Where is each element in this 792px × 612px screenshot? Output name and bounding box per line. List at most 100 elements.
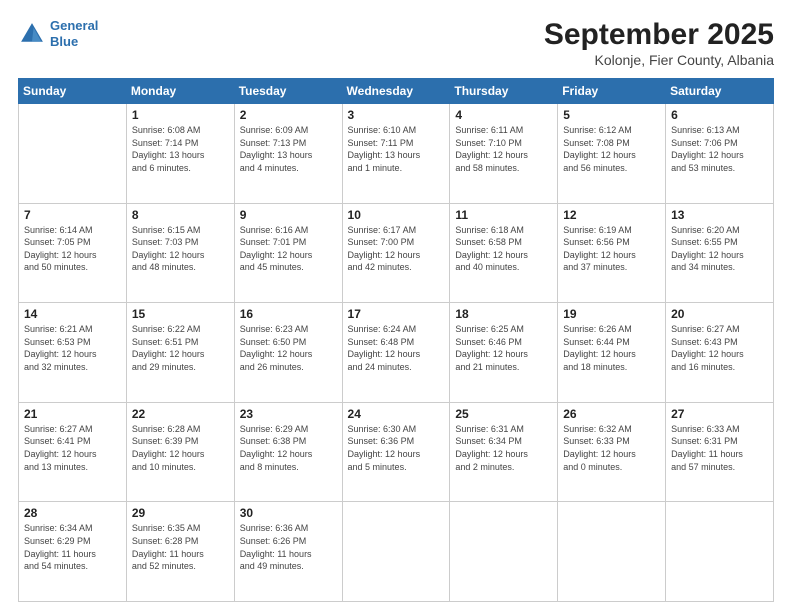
day-info: Sunrise: 6:33 AM Sunset: 6:31 PM Dayligh… (671, 423, 768, 473)
day-number: 12 (563, 208, 660, 222)
day-info: Sunrise: 6:11 AM Sunset: 7:10 PM Dayligh… (455, 124, 552, 174)
day-info: Sunrise: 6:14 AM Sunset: 7:05 PM Dayligh… (24, 224, 121, 274)
day-number: 3 (348, 108, 445, 122)
day-cell: 12 Sunrise: 6:19 AM Sunset: 6:56 PM Dayli… (558, 203, 666, 303)
header: General Blue September 2025 Kolonje, Fie… (18, 18, 774, 68)
day-cell (666, 502, 774, 602)
col-header-saturday: Saturday (666, 79, 774, 104)
day-cell: 6 Sunrise: 6:13 AM Sunset: 7:06 PM Daylig… (666, 104, 774, 204)
day-number: 14 (24, 307, 121, 321)
col-header-monday: Monday (126, 79, 234, 104)
day-cell: 20 Sunrise: 6:27 AM Sunset: 6:43 PM Dayli… (666, 303, 774, 403)
day-cell: 2 Sunrise: 6:09 AM Sunset: 7:13 PM Daylig… (234, 104, 342, 204)
day-info: Sunrise: 6:12 AM Sunset: 7:08 PM Dayligh… (563, 124, 660, 174)
calendar-subtitle: Kolonje, Fier County, Albania (544, 52, 774, 68)
logo-line2: Blue (50, 34, 98, 50)
col-header-friday: Friday (558, 79, 666, 104)
day-cell: 11 Sunrise: 6:18 AM Sunset: 6:58 PM Dayli… (450, 203, 558, 303)
day-number: 21 (24, 407, 121, 421)
day-info: Sunrise: 6:21 AM Sunset: 6:53 PM Dayligh… (24, 323, 121, 373)
day-cell: 15 Sunrise: 6:22 AM Sunset: 6:51 PM Dayli… (126, 303, 234, 403)
calendar-table: SundayMondayTuesdayWednesdayThursdayFrid… (18, 78, 774, 602)
day-number: 24 (348, 407, 445, 421)
day-cell: 21 Sunrise: 6:27 AM Sunset: 6:41 PM Dayli… (19, 402, 127, 502)
day-info: Sunrise: 6:26 AM Sunset: 6:44 PM Dayligh… (563, 323, 660, 373)
day-cell (19, 104, 127, 204)
day-info: Sunrise: 6:22 AM Sunset: 6:51 PM Dayligh… (132, 323, 229, 373)
day-info: Sunrise: 6:08 AM Sunset: 7:14 PM Dayligh… (132, 124, 229, 174)
day-number: 2 (240, 108, 337, 122)
day-info: Sunrise: 6:10 AM Sunset: 7:11 PM Dayligh… (348, 124, 445, 174)
day-info: Sunrise: 6:24 AM Sunset: 6:48 PM Dayligh… (348, 323, 445, 373)
day-info: Sunrise: 6:27 AM Sunset: 6:43 PM Dayligh… (671, 323, 768, 373)
day-number: 15 (132, 307, 229, 321)
day-number: 7 (24, 208, 121, 222)
col-header-tuesday: Tuesday (234, 79, 342, 104)
day-info: Sunrise: 6:09 AM Sunset: 7:13 PM Dayligh… (240, 124, 337, 174)
day-number: 4 (455, 108, 552, 122)
day-info: Sunrise: 6:18 AM Sunset: 6:58 PM Dayligh… (455, 224, 552, 274)
day-cell: 18 Sunrise: 6:25 AM Sunset: 6:46 PM Dayli… (450, 303, 558, 403)
day-info: Sunrise: 6:28 AM Sunset: 6:39 PM Dayligh… (132, 423, 229, 473)
day-number: 29 (132, 506, 229, 520)
day-number: 5 (563, 108, 660, 122)
day-info: Sunrise: 6:29 AM Sunset: 6:38 PM Dayligh… (240, 423, 337, 473)
logo-icon (18, 20, 46, 48)
week-row-5: 28 Sunrise: 6:34 AM Sunset: 6:29 PM Dayli… (19, 502, 774, 602)
col-header-wednesday: Wednesday (342, 79, 450, 104)
day-info: Sunrise: 6:32 AM Sunset: 6:33 PM Dayligh… (563, 423, 660, 473)
header-row: SundayMondayTuesdayWednesdayThursdayFrid… (19, 79, 774, 104)
day-number: 20 (671, 307, 768, 321)
day-cell: 5 Sunrise: 6:12 AM Sunset: 7:08 PM Daylig… (558, 104, 666, 204)
day-info: Sunrise: 6:15 AM Sunset: 7:03 PM Dayligh… (132, 224, 229, 274)
day-number: 28 (24, 506, 121, 520)
week-row-1: 1 Sunrise: 6:08 AM Sunset: 7:14 PM Daylig… (19, 104, 774, 204)
day-info: Sunrise: 6:16 AM Sunset: 7:01 PM Dayligh… (240, 224, 337, 274)
day-cell: 19Sunrise: 6:26 AM Sunset: 6:44 PM Dayli… (558, 303, 666, 403)
day-cell: 8 Sunrise: 6:15 AM Sunset: 7:03 PM Daylig… (126, 203, 234, 303)
logo-line1: General (50, 18, 98, 34)
day-cell: 24 Sunrise: 6:30 AM Sunset: 6:36 PM Dayli… (342, 402, 450, 502)
day-info: Sunrise: 6:34 AM Sunset: 6:29 PM Dayligh… (24, 522, 121, 572)
day-number: 10 (348, 208, 445, 222)
day-number: 25 (455, 407, 552, 421)
day-info: Sunrise: 6:27 AM Sunset: 6:41 PM Dayligh… (24, 423, 121, 473)
day-number: 18 (455, 307, 552, 321)
day-number: 13 (671, 208, 768, 222)
title-block: September 2025 Kolonje, Fier County, Alb… (544, 18, 774, 68)
day-info: Sunrise: 6:17 AM Sunset: 7:00 PM Dayligh… (348, 224, 445, 274)
day-number: 26 (563, 407, 660, 421)
day-number: 17 (348, 307, 445, 321)
day-info: Sunrise: 6:25 AM Sunset: 6:46 PM Dayligh… (455, 323, 552, 373)
day-number: 22 (132, 407, 229, 421)
day-cell: 4 Sunrise: 6:11 AM Sunset: 7:10 PM Daylig… (450, 104, 558, 204)
day-info: Sunrise: 6:30 AM Sunset: 6:36 PM Dayligh… (348, 423, 445, 473)
col-header-sunday: Sunday (19, 79, 127, 104)
day-cell: 10 Sunrise: 6:17 AM Sunset: 7:00 PM Dayli… (342, 203, 450, 303)
day-number: 9 (240, 208, 337, 222)
day-cell: 16Sunrise: 6:23 AM Sunset: 6:50 PM Dayli… (234, 303, 342, 403)
logo: General Blue (18, 18, 98, 49)
logo-text: General Blue (50, 18, 98, 49)
day-cell (450, 502, 558, 602)
day-cell: 9 Sunrise: 6:16 AM Sunset: 7:01 PM Daylig… (234, 203, 342, 303)
day-cell (342, 502, 450, 602)
day-number: 23 (240, 407, 337, 421)
day-info: Sunrise: 6:19 AM Sunset: 6:56 PM Dayligh… (563, 224, 660, 274)
day-number: 6 (671, 108, 768, 122)
day-number: 27 (671, 407, 768, 421)
day-number: 16 (240, 307, 337, 321)
calendar-title: September 2025 (544, 18, 774, 52)
day-number: 11 (455, 208, 552, 222)
day-info: Sunrise: 6:13 AM Sunset: 7:06 PM Dayligh… (671, 124, 768, 174)
day-number: 30 (240, 506, 337, 520)
day-number: 8 (132, 208, 229, 222)
day-cell: 26 Sunrise: 6:32 AM Sunset: 6:33 PM Dayli… (558, 402, 666, 502)
day-cell: 14 Sunrise: 6:21 AM Sunset: 6:53 PM Dayli… (19, 303, 127, 403)
day-cell: 13Sunrise: 6:20 AM Sunset: 6:55 PM Dayli… (666, 203, 774, 303)
week-row-2: 7 Sunrise: 6:14 AM Sunset: 7:05 PM Daylig… (19, 203, 774, 303)
day-cell: 27 Sunrise: 6:33 AM Sunset: 6:31 PM Dayli… (666, 402, 774, 502)
col-header-thursday: Thursday (450, 79, 558, 104)
day-cell: 25Sunrise: 6:31 AM Sunset: 6:34 PM Dayli… (450, 402, 558, 502)
day-number: 1 (132, 108, 229, 122)
